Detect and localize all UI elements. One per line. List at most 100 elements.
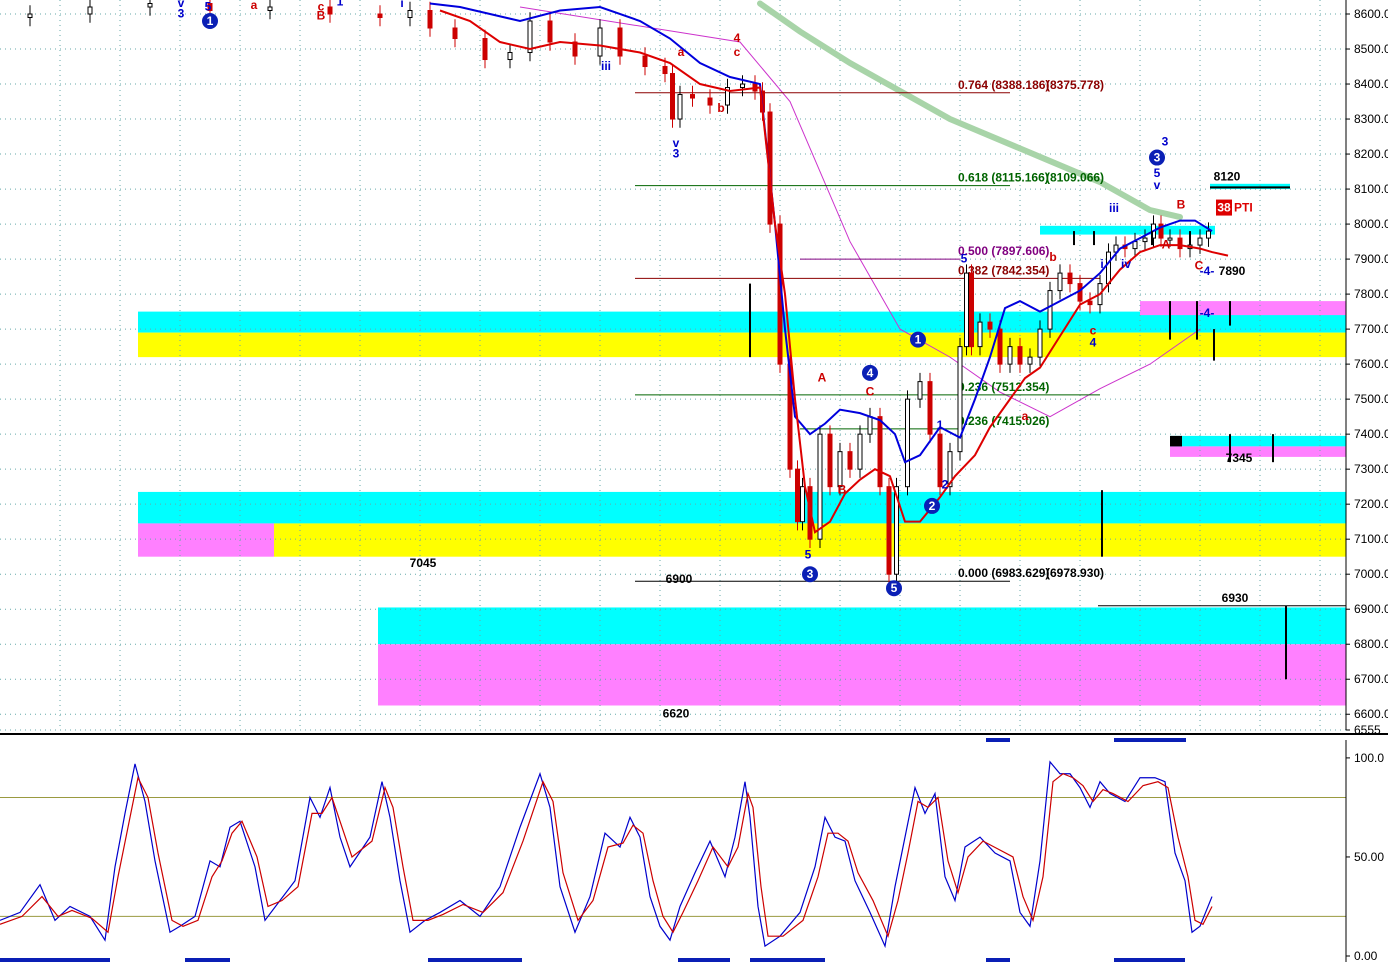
candle-body bbox=[377, 13, 383, 19]
wave-label: iv bbox=[604, 0, 614, 3]
price-level-label: 7045 bbox=[410, 556, 437, 570]
wave-label: A bbox=[818, 371, 827, 385]
price-axis-label: 8000.0 bbox=[1354, 217, 1388, 231]
wave-label: B bbox=[838, 483, 847, 497]
support-resistance-zone bbox=[1170, 435, 1346, 447]
price-axis-label: 6700.0 bbox=[1354, 672, 1388, 686]
candle-body bbox=[1007, 346, 1013, 365]
candle-body bbox=[1027, 356, 1033, 365]
candle-body bbox=[617, 27, 623, 57]
oscillator-axis-label: 100.0 bbox=[1354, 751, 1384, 765]
fib-level-label: 0.236 (7415.026) bbox=[958, 414, 1049, 428]
price-axis-label: 8300.0 bbox=[1354, 112, 1388, 126]
wave-label: A bbox=[1162, 238, 1171, 252]
wave-label: -4- bbox=[1200, 306, 1215, 320]
candle-body bbox=[969, 272, 974, 348]
wave-label: 5 bbox=[961, 252, 968, 266]
price-level-label: 6620 bbox=[663, 707, 690, 721]
support-resistance-zone bbox=[378, 644, 1346, 706]
candle-body bbox=[800, 486, 805, 523]
wave-label: B bbox=[1177, 197, 1186, 211]
candle-body bbox=[977, 321, 983, 348]
wave-label: B bbox=[317, 8, 326, 22]
candle-body bbox=[1057, 272, 1063, 292]
price-axis-label: 7200.0 bbox=[1354, 497, 1388, 511]
price-level-label: 6900 bbox=[666, 572, 693, 586]
signal-marker bbox=[1114, 958, 1185, 962]
candle-body bbox=[1177, 237, 1183, 250]
price-axis-label: 7600.0 bbox=[1354, 357, 1388, 371]
price-axis-label: 7400.0 bbox=[1354, 427, 1388, 441]
price-level-label: 8120 bbox=[1214, 169, 1241, 183]
wave-circle-label: 5 bbox=[891, 581, 898, 595]
candle-body bbox=[427, 10, 433, 29]
candle-body bbox=[1037, 328, 1043, 358]
candle-body bbox=[507, 52, 513, 61]
candle-body bbox=[740, 83, 745, 89]
candle-body bbox=[670, 73, 675, 120]
candle-body bbox=[547, 20, 553, 43]
support-resistance-zone bbox=[1040, 225, 1215, 235]
wave-circle-label: 2 bbox=[929, 499, 936, 513]
candle-body bbox=[905, 398, 910, 488]
price-axis-label: 7800.0 bbox=[1354, 287, 1388, 301]
support-resistance-zone bbox=[138, 523, 274, 557]
candle-body bbox=[1106, 251, 1111, 285]
wave-label: 1 bbox=[937, 418, 944, 432]
candle-body bbox=[642, 55, 648, 68]
candle-body bbox=[597, 27, 603, 57]
candle-body bbox=[987, 321, 993, 330]
candle-body bbox=[1206, 230, 1211, 239]
fib-level-extra: (8375.778) bbox=[1046, 78, 1104, 92]
wave-label: 2 bbox=[942, 477, 949, 491]
price-axis-label: 7700.0 bbox=[1354, 322, 1388, 336]
candle-body bbox=[867, 416, 873, 435]
chart-canvas: 0.764 (8388.186)(8375.778) 0.618 (8115.16… bbox=[0, 0, 1388, 966]
candle-body bbox=[917, 381, 923, 400]
wave-label: a bbox=[251, 0, 258, 12]
candle-body bbox=[997, 328, 1003, 365]
wave-label: iii bbox=[1109, 201, 1119, 215]
wave-label: C bbox=[866, 385, 875, 399]
chart: 0.764 (8388.186) (8375.778) 0.618 (8115.16… bbox=[0, 0, 1388, 966]
fib-level-label: 0.500 (7897.606) bbox=[958, 244, 1049, 258]
candle-body bbox=[407, 10, 413, 19]
candle-body bbox=[1087, 300, 1093, 306]
event-marker-block bbox=[1170, 435, 1182, 447]
wave-label: 1 bbox=[337, 0, 344, 8]
candle-body bbox=[927, 381, 933, 435]
pti-number: 38 bbox=[1217, 201, 1231, 215]
wave-label: 5 bbox=[805, 547, 812, 561]
price-axis-label: 8500.0 bbox=[1354, 42, 1388, 56]
candle-body bbox=[964, 272, 969, 348]
price-axis-label: 8600.0 bbox=[1354, 7, 1388, 21]
wave-label: v bbox=[1154, 178, 1161, 192]
price-axis-label: 8200.0 bbox=[1354, 147, 1388, 161]
wave-label: 4 bbox=[734, 31, 741, 45]
price-level-label: 6930 bbox=[1222, 591, 1249, 605]
candle-body bbox=[27, 13, 33, 19]
signal-marker bbox=[750, 958, 825, 962]
wave-circle-label: 3 bbox=[807, 567, 814, 581]
oscillator-axis-label: 0.00 bbox=[1354, 949, 1378, 963]
price-axis-label: 7300.0 bbox=[1354, 462, 1388, 476]
wave-label: b bbox=[717, 101, 724, 115]
price-axis-label: 6800.0 bbox=[1354, 637, 1388, 651]
candle-body bbox=[1047, 290, 1053, 330]
fib-level-label: 0.236 (7512.354) bbox=[958, 380, 1049, 394]
price-axis-label: 8400.0 bbox=[1354, 77, 1388, 91]
wave-label: i bbox=[1100, 257, 1103, 271]
wave-label: 3 bbox=[178, 7, 185, 21]
price-level-label: 7345 bbox=[1226, 451, 1253, 465]
candle-body bbox=[677, 94, 683, 120]
wave-label: 4 bbox=[1090, 336, 1097, 350]
candle-body bbox=[1197, 237, 1203, 246]
candle-body bbox=[886, 486, 892, 575]
candle-body bbox=[87, 6, 93, 15]
wave-label: a bbox=[678, 45, 685, 59]
pti-text: PTI bbox=[1234, 201, 1253, 215]
candle-body bbox=[847, 451, 853, 470]
candle-body bbox=[877, 416, 883, 488]
candle-body bbox=[267, 6, 273, 12]
candle-body bbox=[690, 94, 695, 99]
